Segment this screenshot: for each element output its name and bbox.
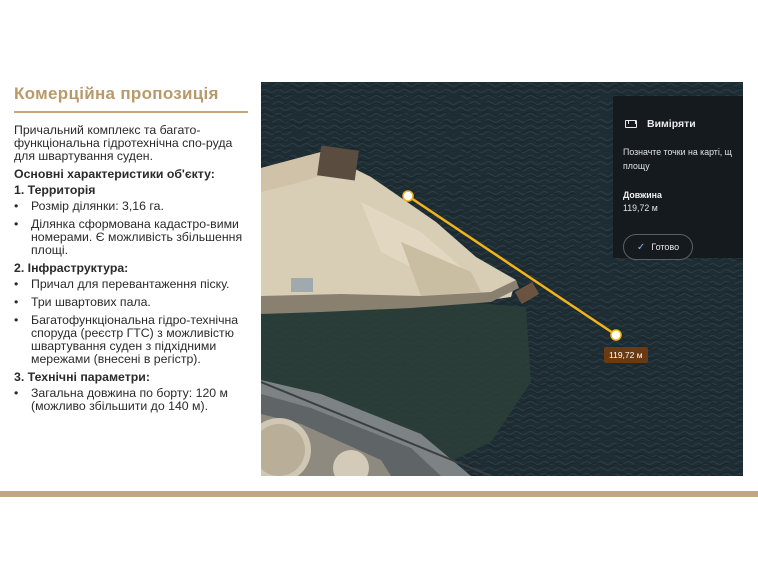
section-heading-territory: 1. Территорія bbox=[14, 183, 96, 197]
list-item: • Багатофункціональна гідро-технічна спор… bbox=[14, 313, 239, 366]
section-heading-technical: 3. Технічні параметри: bbox=[14, 370, 150, 384]
distance-label: 119,72 м bbox=[604, 347, 648, 363]
done-button-label: Готово bbox=[651, 242, 680, 252]
slide-title: Комерційна пропозиція bbox=[14, 84, 219, 103]
territory-list: • Розмір ділянки: 3,16 га. • Ділянка сформ… bbox=[14, 200, 254, 257]
list-item: • Розмір ділянки: 3,16 га. bbox=[14, 199, 164, 213]
measure-title: Виміряти bbox=[647, 118, 696, 130]
list-item: • Три швартових пала. bbox=[14, 295, 151, 309]
measure-point-start[interactable] bbox=[402, 190, 414, 202]
ruler-icon bbox=[625, 120, 637, 128]
list-item: • Загальна довжина по борту: 120 м (можли… bbox=[14, 386, 229, 413]
technical-list: • Загальна довжина по борту: 120 м (можли… bbox=[14, 387, 254, 413]
done-button[interactable]: ✓ Готово bbox=[623, 234, 693, 260]
list-item: • Ділянка сформована кадастро-вими номера… bbox=[14, 217, 243, 257]
measure-point-end[interactable] bbox=[610, 329, 622, 341]
satellite-map[interactable]: Виміряти Позначте точки на карті, щ площ… bbox=[261, 82, 743, 476]
footer-rule bbox=[0, 491, 758, 497]
section-heading-infrastructure: 2. Інфраструктура: bbox=[14, 261, 129, 275]
list-item: • Причал для перевантаження піску. bbox=[14, 277, 230, 291]
measure-panel: Виміряти Позначте точки на карті, щ площ… bbox=[613, 96, 743, 260]
check-icon: ✓ bbox=[636, 241, 646, 253]
title-underline bbox=[14, 111, 248, 113]
main-heading: Основні характеристики об'єкту: bbox=[14, 167, 215, 181]
length-value: 119,72 м bbox=[623, 203, 658, 213]
slide-body: Причальний комплекс та багато-функціонал… bbox=[14, 124, 254, 418]
measure-header: Виміряти bbox=[625, 118, 696, 130]
measure-instruction: Позначте точки на карті, щ площу bbox=[623, 147, 732, 171]
intro-text: Причальний комплекс та багато-функціонал… bbox=[14, 123, 233, 163]
infrastructure-list: • Причал для перевантаження піску. • Три ш… bbox=[14, 278, 254, 366]
length-label: Довжина bbox=[623, 190, 662, 200]
